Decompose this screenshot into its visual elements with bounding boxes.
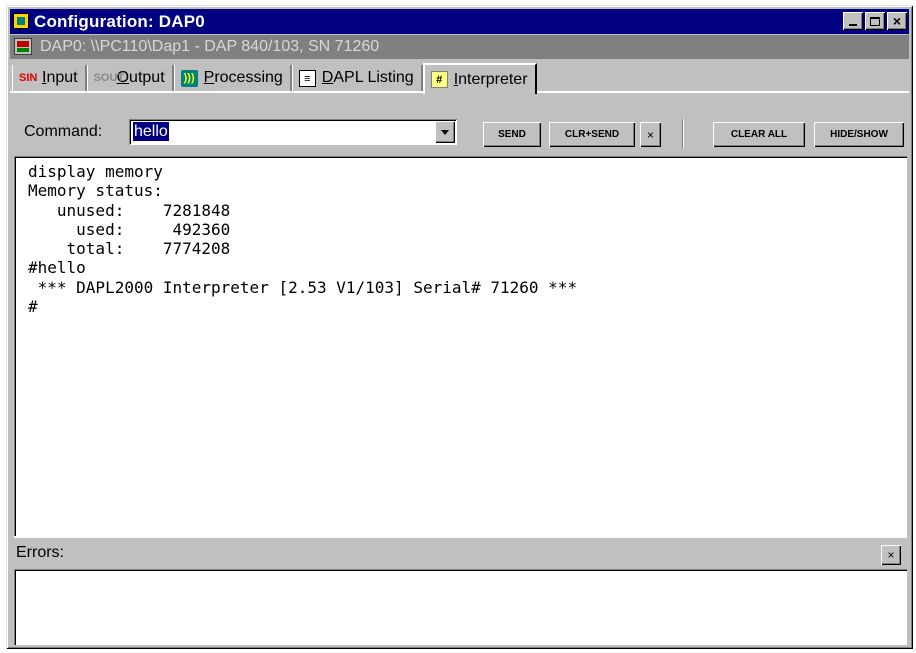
- tab-dapl-listing-label: APL Listing: [333, 69, 414, 86]
- maximize-button[interactable]: [865, 12, 885, 30]
- tab-input[interactable]: SIN Input: [12, 65, 87, 91]
- command-label: Command:: [24, 123, 103, 140]
- tab-processing[interactable]: ))) Processing: [173, 65, 292, 91]
- interpreter-icon: #: [430, 71, 448, 88]
- tab-strip: SIN Input SOUT Output ))) Processing ≡ D…: [12, 61, 537, 94]
- tab-output-label: utput: [129, 69, 165, 86]
- command-toolbar: Command: hello SEND CLR+SEND × CLEAR ALL…: [10, 91, 909, 159]
- tab-interpreter-label: nterpreter: [458, 70, 528, 88]
- tab-output[interactable]: SOUT Output: [86, 65, 174, 91]
- configuration-window: Configuration: DAP0 × DAP0: \\PC110\Dap1…: [6, 5, 913, 649]
- clear-all-button[interactable]: CLEAR ALL: [713, 122, 805, 147]
- chevron-down-icon[interactable]: [435, 121, 455, 143]
- tab-dapl-listing-mnemonic: D: [321, 69, 334, 86]
- send-button[interactable]: SEND: [483, 122, 541, 147]
- processing-icon: ))): [180, 69, 198, 87]
- app-icon: [13, 13, 29, 29]
- clr-send-button[interactable]: CLR+SEND: [549, 122, 635, 147]
- minimize-button[interactable]: [843, 12, 863, 30]
- errors-header: Errors: ×: [14, 536, 907, 569]
- maximize-icon: [870, 16, 880, 26]
- minimize-icon: [849, 24, 857, 26]
- command-input[interactable]: hello: [133, 122, 169, 141]
- tab-input-label: nput: [46, 69, 78, 86]
- signal-out-icon: SOUT: [93, 71, 125, 84]
- signal-in-icon: SIN: [19, 71, 38, 84]
- interpreter-console[interactable]: display memory Memory status: unused: 72…: [14, 156, 907, 536]
- device-icon: [14, 38, 32, 55]
- window-title: Configuration: DAP0: [34, 12, 205, 31]
- toolbar-separator: [682, 119, 684, 149]
- errors-label: Errors:: [16, 544, 64, 561]
- tab-processing-label: rocessing: [214, 69, 283, 86]
- device-bar: DAP0: \\PC110\Dap1 - DAP 840/103, SN 712…: [10, 35, 909, 59]
- title-bar[interactable]: Configuration: DAP0 ×: [10, 9, 909, 34]
- listing-icon: ≡: [298, 69, 316, 87]
- close-button[interactable]: ×: [887, 12, 907, 30]
- hide-show-button[interactable]: HIDE/SHOW: [814, 122, 904, 147]
- tab-dapl-listing[interactable]: ≡ DAPL Listing: [291, 65, 423, 91]
- command-combobox[interactable]: hello: [129, 119, 457, 145]
- errors-pane[interactable]: [14, 569, 907, 645]
- console-output: display memory Memory status: unused: 72…: [28, 162, 578, 317]
- tab-processing-mnemonic: P: [203, 69, 215, 86]
- device-label: DAP0: \\PC110\Dap1 - DAP 840/103, SN 712…: [40, 38, 380, 55]
- clear-command-button[interactable]: ×: [640, 122, 661, 147]
- errors-close-button[interactable]: ×: [881, 545, 901, 565]
- tab-interpreter[interactable]: # Interpreter: [422, 63, 537, 94]
